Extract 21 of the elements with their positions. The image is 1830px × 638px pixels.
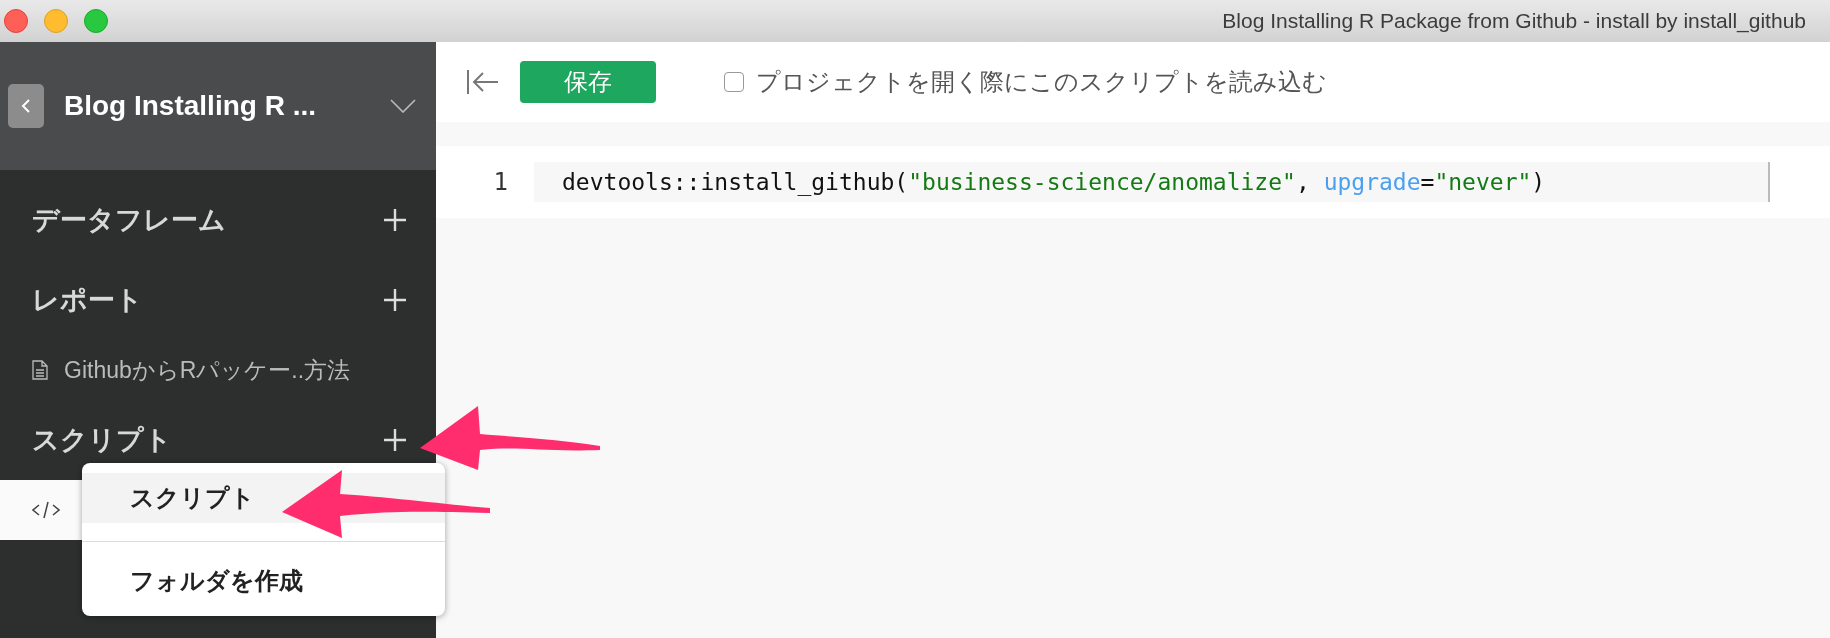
document-icon <box>32 360 48 380</box>
sidebar-item[interactable]: GithubからRパッケー..方法 <box>0 340 436 400</box>
section-title: レポート <box>32 284 143 317</box>
checkbox[interactable] <box>724 72 744 92</box>
add-button[interactable] <box>384 209 406 231</box>
menu-item[interactable]: フォルダを作成 <box>82 556 445 606</box>
section-title: スクリプト <box>32 424 172 457</box>
line-number: 1 <box>492 168 509 196</box>
zoom-button[interactable] <box>84 9 108 33</box>
chevron-down-icon[interactable] <box>390 99 416 113</box>
add-button[interactable] <box>384 429 406 451</box>
project-title: Blog Installing R ... <box>64 90 317 122</box>
back-button[interactable] <box>8 84 44 128</box>
add-button[interactable] <box>384 289 406 311</box>
collapse-sidebar-icon[interactable] <box>466 69 500 95</box>
chevron-left-icon <box>21 98 31 114</box>
window-title: Blog Installing R Package from Github - install by install_github <box>1222 9 1806 33</box>
checkbox-label: プロジェクトを開く際にこのスクリプトを読み込む <box>756 67 1327 97</box>
close-button[interactable] <box>4 9 28 33</box>
code-icon <box>32 500 60 520</box>
section-title: データフレーム <box>32 204 226 237</box>
